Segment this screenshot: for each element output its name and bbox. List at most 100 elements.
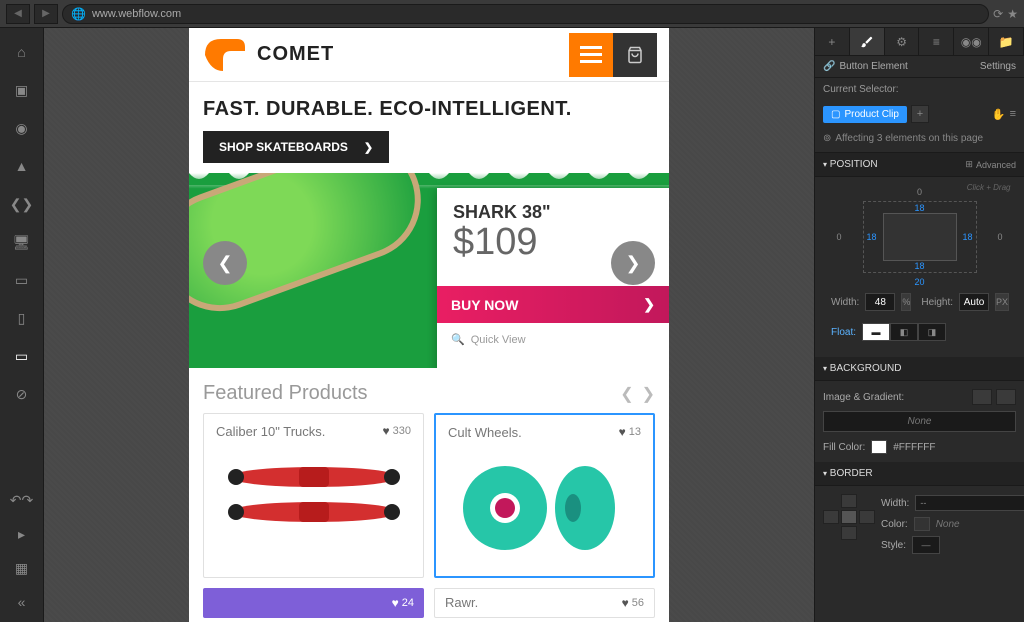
reload-icon[interactable]: ⟳ xyxy=(993,7,1003,21)
border-width-input[interactable] xyxy=(915,495,1024,511)
settings-tab[interactable]: ⚙ xyxy=(885,28,920,55)
states-icon[interactable]: ≡ xyxy=(1010,108,1016,121)
hand-icon[interactable]: ✋ xyxy=(992,108,1006,121)
undo-redo-icon[interactable]: ↶↷ xyxy=(12,490,32,510)
border-style-button[interactable]: — xyxy=(912,536,940,554)
background-section-header[interactable]: ▾ BACKGROUND xyxy=(815,357,1024,381)
carousel-next-button[interactable]: ❯ xyxy=(611,241,655,285)
logo-mark-icon xyxy=(201,35,249,75)
hide-icon[interactable]: ⊘ xyxy=(12,384,32,404)
eye-icon[interactable]: ◉ xyxy=(12,118,32,138)
position-section: Click + Drag 0 18 0 18 18 0 18 20 Width:… xyxy=(815,177,1024,357)
border-top[interactable] xyxy=(841,494,857,508)
add-selector-button[interactable]: + xyxy=(911,105,929,123)
settings-link[interactable]: Settings xyxy=(980,61,1016,72)
style-panel: + ⚙ ≡ ◉◉ 📁 🔗 Button Element Settings Cur… xyxy=(814,28,1024,622)
buy-now-button[interactable]: BUY NOW ❯ xyxy=(437,286,669,323)
tagline-text: FAST. DURABLE. ECO-INTELLIGENT. xyxy=(203,98,655,121)
canvas: Affects 767px and below Phone - Landscap… xyxy=(44,28,814,622)
padding-right[interactable]: 18 xyxy=(962,232,972,242)
margin-top[interactable]: 0 xyxy=(917,187,922,197)
position-section-header[interactable]: ▾ POSITION ⊞Advanced xyxy=(815,153,1024,177)
height-input[interactable] xyxy=(959,293,989,311)
url-text: www.webflow.com xyxy=(92,8,181,20)
product-card[interactable]: Rawr. ♥56 xyxy=(434,588,655,618)
shop-skateboards-button[interactable]: SHOP SKATEBOARDS ❯ xyxy=(203,131,389,163)
padding-left[interactable]: 18 xyxy=(867,232,877,242)
chevron-right-icon: ❯ xyxy=(364,141,373,154)
grid-icon[interactable]: ▦ xyxy=(12,558,32,578)
play-icon[interactable]: ▸ xyxy=(12,524,32,544)
search-icon: 🔍 xyxy=(451,333,465,346)
border-left[interactable] xyxy=(823,510,839,524)
interactions-tab[interactable]: ◉◉ xyxy=(954,28,989,55)
featured-prev-icon[interactable]: ❮ xyxy=(620,384,633,404)
quick-view-link[interactable]: 🔍 Quick View xyxy=(437,323,669,356)
code-icon[interactable]: ❮❯ xyxy=(12,194,32,214)
launch-icon[interactable]: ▲ xyxy=(12,156,32,176)
home-icon[interactable]: ⌂ xyxy=(12,42,32,62)
style-tab[interactable] xyxy=(850,28,885,55)
bg-none-well[interactable]: None xyxy=(823,411,1016,432)
padding-bottom[interactable]: 18 xyxy=(914,261,924,271)
link-icon: 🔗 xyxy=(823,61,835,72)
product-image xyxy=(216,447,411,537)
quick-view-label: Quick View xyxy=(471,334,526,346)
border-bottom[interactable] xyxy=(841,526,857,540)
panel-tabs: + ⚙ ≡ ◉◉ 📁 xyxy=(815,28,1024,56)
margin-right[interactable]: 0 xyxy=(997,232,1002,242)
product-card[interactable]: Caliber 10" Trucks. ♥330 xyxy=(203,413,424,578)
globe-icon: 🌐 xyxy=(71,7,86,21)
desktop-icon[interactable]: 🖥 xyxy=(12,232,32,252)
site-logo[interactable]: COMET xyxy=(201,35,334,75)
bookmark-icon[interactable]: ★ xyxy=(1007,7,1018,21)
border-color-swatch[interactable] xyxy=(914,517,930,531)
float-label: Float: xyxy=(831,327,856,338)
logo-text: COMET xyxy=(257,43,334,66)
border-all[interactable] xyxy=(841,510,857,524)
product-card-selected[interactable]: ⬚ 🔗 Product Clip ⚙ Cult Wheels. ♥13 xyxy=(434,413,655,578)
width-unit[interactable]: % xyxy=(901,293,911,311)
margin-left[interactable]: 0 xyxy=(837,232,842,242)
product-card[interactable]: ♥24 xyxy=(203,588,424,618)
phone-portrait-icon[interactable]: ▯ xyxy=(12,308,32,328)
tablet-icon[interactable]: ▭ xyxy=(12,270,32,290)
float-left-button[interactable]: ◧ xyxy=(890,323,918,341)
site-header: COMET xyxy=(189,28,669,82)
hero-carousel: ❮ SHARK 38" $109 BUY NOW ❯ 🔍 Quick View … xyxy=(189,173,669,368)
border-right[interactable] xyxy=(859,510,875,524)
back-button[interactable]: ◀ xyxy=(6,4,30,24)
margin-bottom[interactable]: 20 xyxy=(914,277,924,287)
featured-next-icon[interactable]: ❯ xyxy=(642,384,655,404)
navigator-tab[interactable]: ≡ xyxy=(919,28,954,55)
float-right-button[interactable]: ◨ xyxy=(918,323,946,341)
width-input[interactable] xyxy=(865,293,895,311)
pages-icon[interactable]: ▣ xyxy=(12,80,32,100)
phone-landscape-icon[interactable]: ▭ xyxy=(12,346,32,366)
add-tab[interactable]: + xyxy=(815,28,850,55)
hero-product-card: SHARK 38" $109 BUY NOW ❯ 🔍 Quick View ❯ xyxy=(437,188,669,368)
fill-color-swatch[interactable] xyxy=(871,440,887,454)
chip-label: Product Clip xyxy=(844,109,898,120)
padding-top[interactable]: 18 xyxy=(914,203,924,213)
assets-tab[interactable]: 📁 xyxy=(989,28,1024,55)
hamburger-menu[interactable] xyxy=(569,33,613,77)
image-bg-button[interactable] xyxy=(972,389,992,405)
border-side-selector[interactable] xyxy=(823,494,875,540)
box-model[interactable]: Click + Drag 0 18 0 18 18 0 18 20 xyxy=(835,187,1005,287)
cart-icon[interactable] xyxy=(613,33,657,77)
featured-section: Featured Products ❮ ❯ Caliber 10" Trucks… xyxy=(189,368,669,618)
collapse-icon[interactable]: « xyxy=(12,592,32,612)
selector-chip[interactable]: ▢ Product Clip xyxy=(823,106,907,123)
gradient-bg-button[interactable] xyxy=(996,389,1016,405)
carousel-prev-button[interactable]: ❮ xyxy=(203,241,247,285)
height-unit[interactable]: PX xyxy=(995,293,1009,311)
border-section-header[interactable]: ▾ BORDER xyxy=(815,462,1024,486)
heart-icon: ♥ xyxy=(619,425,626,439)
class-icon: ▢ xyxy=(831,109,840,120)
forward-button[interactable]: ▶ xyxy=(34,4,58,24)
url-bar[interactable]: 🌐 www.webflow.com xyxy=(62,4,989,24)
height-label: Height: xyxy=(921,297,953,308)
float-none-button[interactable]: ▬ xyxy=(862,323,890,341)
fill-color-value[interactable]: #FFFFFF xyxy=(893,442,935,453)
